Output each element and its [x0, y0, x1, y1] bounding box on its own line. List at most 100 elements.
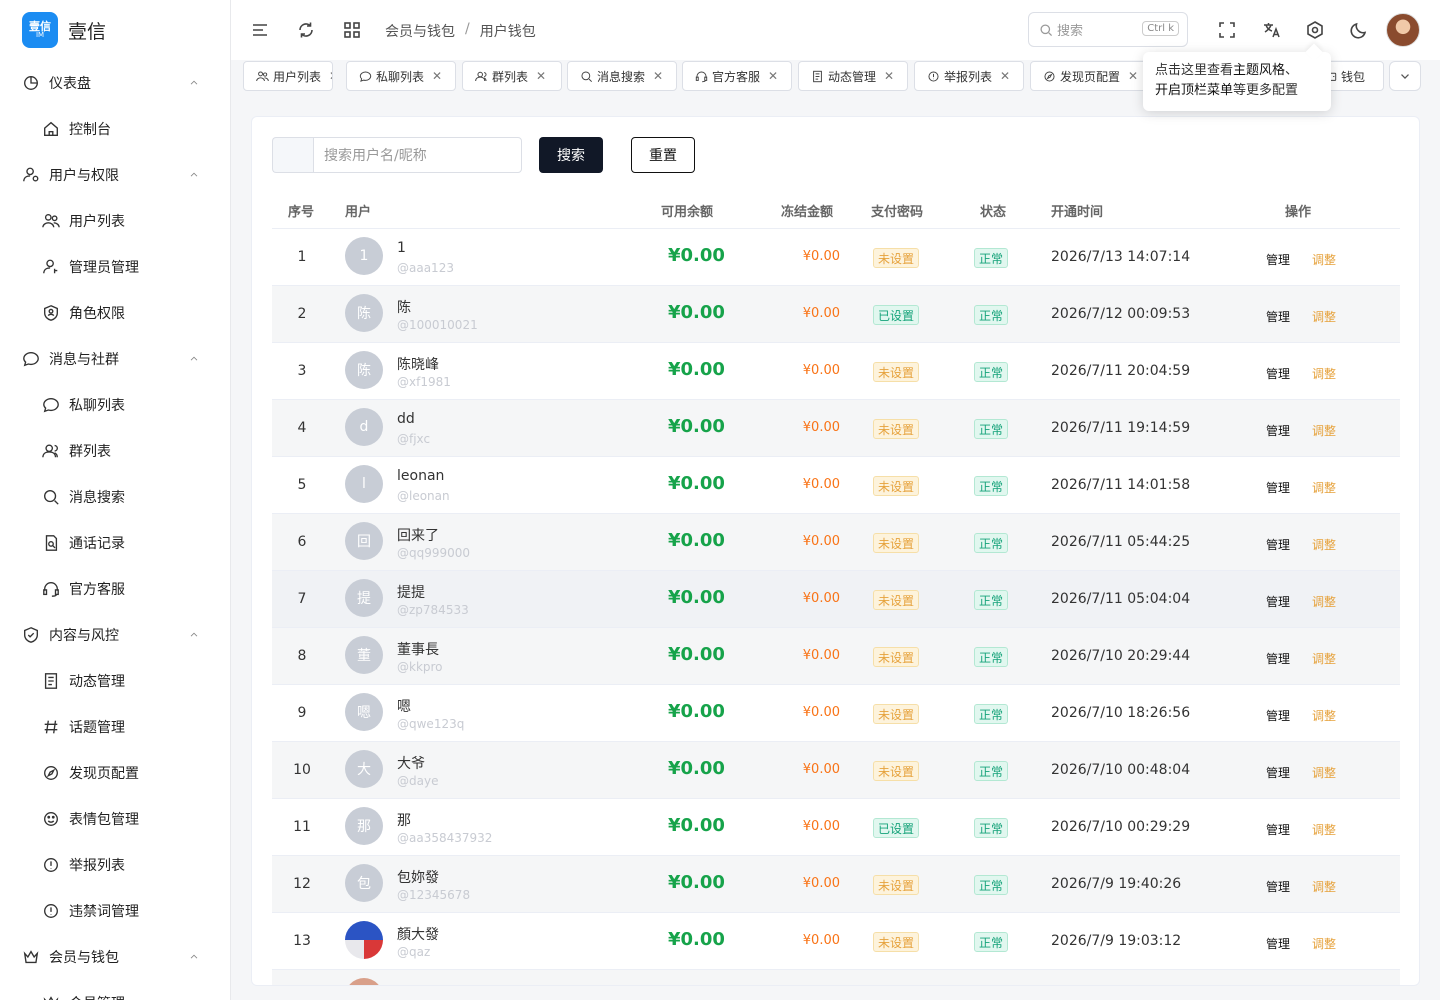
- global-search[interactable]: 搜索 Ctrl k: [1028, 12, 1188, 47]
- manage-link[interactable]: 管理: [1266, 422, 1290, 439]
- adjust-link[interactable]: 调整: [1312, 707, 1336, 724]
- reset-button[interactable]: 重置: [631, 137, 695, 173]
- adjust-link[interactable]: 调整: [1312, 251, 1336, 268]
- sidebar-item-6[interactable]: 消息与社群: [0, 336, 230, 382]
- user-name: 回来了: [397, 528, 439, 544]
- chevron-up-icon[interactable]: [188, 353, 200, 365]
- close-icon[interactable]: ✕: [432, 69, 442, 83]
- sidebar-item-15[interactable]: 发现页配置: [0, 750, 230, 796]
- close-icon[interactable]: ✕: [1000, 69, 1010, 83]
- sidebar-item-10[interactable]: 通话记录: [0, 520, 230, 566]
- breadcrumb-parent[interactable]: 会员与钱包: [385, 21, 455, 41]
- sidebar-item-17[interactable]: 举报列表: [0, 842, 230, 888]
- dark-mode-icon[interactable]: [1349, 20, 1369, 40]
- chevron-up-icon[interactable]: [188, 77, 200, 89]
- brand[interactable]: 壹信 IM 壹信: [0, 0, 230, 60]
- sidebar-item-9[interactable]: 消息搜索: [0, 474, 230, 520]
- settings-hex-icon[interactable]: [1305, 20, 1325, 40]
- fullscreen-icon[interactable]: [1217, 20, 1237, 40]
- sidebar-item-18[interactable]: 违禁词管理: [0, 888, 230, 934]
- adjust-link[interactable]: 调整: [1312, 878, 1336, 895]
- available-balance: ¥0.00: [668, 359, 725, 380]
- sidebar-item-4[interactable]: 管理员管理: [0, 244, 230, 290]
- table-row: 6 回回来了 @qq999000 ¥0.00 ¥0.00 未设置 正常 2026/7/11 0…: [272, 514, 1400, 571]
- manage-link[interactable]: 管理: [1266, 935, 1290, 952]
- close-icon[interactable]: ✕: [329, 69, 332, 83]
- adjust-link[interactable]: 调整: [1312, 650, 1336, 667]
- password-badge: 未设置: [873, 647, 920, 667]
- manage-link[interactable]: 管理: [1266, 878, 1290, 895]
- manage-link[interactable]: 管理: [1266, 650, 1290, 667]
- manage-link[interactable]: 管理: [1266, 536, 1290, 553]
- tab-4[interactable]: 官方客服 ✕: [682, 61, 792, 91]
- manage-link[interactable]: 管理: [1266, 479, 1290, 496]
- sidebar-item-12[interactable]: 内容与风控: [0, 612, 230, 658]
- chevron-up-icon[interactable]: [188, 629, 200, 641]
- tab-7[interactable]: 发现页配置 ✕: [1030, 61, 1152, 91]
- chevron-up-icon[interactable]: [188, 169, 200, 181]
- translate-icon[interactable]: [1262, 20, 1282, 40]
- password-badge: 未设置: [873, 248, 920, 268]
- open-time: 2026/7/11 20:04:59: [1051, 363, 1191, 379]
- manage-link[interactable]: 管理: [1266, 308, 1290, 325]
- manage-link[interactable]: 管理: [1266, 365, 1290, 382]
- close-icon[interactable]: ✕: [768, 69, 778, 83]
- sidebar-item-16[interactable]: 表情包管理: [0, 796, 230, 842]
- sidebar-item-14[interactable]: 话题管理: [0, 704, 230, 750]
- frozen-amount: ¥0.00: [802, 306, 840, 321]
- close-icon[interactable]: ✕: [884, 69, 894, 83]
- sidebar-item-8[interactable]: 群列表: [0, 428, 230, 474]
- manage-link[interactable]: 管理: [1266, 707, 1290, 724]
- manage-link[interactable]: 管理: [1266, 821, 1290, 838]
- manage-link[interactable]: 管理: [1266, 593, 1290, 610]
- tab-label: 发现页配置: [1060, 69, 1121, 84]
- close-icon[interactable]: ✕: [1128, 69, 1138, 83]
- row-index: 1: [297, 249, 307, 265]
- sidebar-item-13[interactable]: 动态管理: [0, 658, 230, 704]
- tab-5[interactable]: 动态管理 ✕: [798, 61, 908, 91]
- adjust-link[interactable]: 调整: [1312, 764, 1336, 781]
- adjust-link[interactable]: 调整: [1312, 821, 1336, 838]
- filter-prefix[interactable]: [272, 137, 313, 173]
- adjust-link[interactable]: 调整: [1312, 536, 1336, 553]
- chevron-up-icon[interactable]: [188, 951, 200, 963]
- tab-1[interactable]: 私聊列表 ✕: [346, 61, 456, 91]
- row-index: 9: [297, 705, 307, 721]
- close-icon[interactable]: ✕: [536, 69, 546, 83]
- user-avatar[interactable]: [1386, 13, 1420, 47]
- tabs-more-button[interactable]: [1389, 61, 1421, 91]
- global-search-placeholder: 搜索: [1057, 24, 1084, 39]
- sidebar-item-1[interactable]: 控制台: [0, 106, 230, 152]
- sidebar-item-label: 仪表盘: [49, 76, 91, 92]
- sidebar-item-7[interactable]: 私聊列表: [0, 382, 230, 428]
- user-search-input[interactable]: 搜索用户名/昵称: [313, 137, 522, 173]
- adjust-link[interactable]: 调整: [1312, 365, 1336, 382]
- manage-link[interactable]: 管理: [1266, 764, 1290, 781]
- sidebar-item-2[interactable]: 用户与权限: [0, 152, 230, 198]
- user-key-icon: [42, 258, 60, 276]
- manage-link[interactable]: 管理: [1266, 251, 1290, 268]
- adjust-link[interactable]: 调整: [1312, 479, 1336, 496]
- adjust-link[interactable]: 调整: [1312, 593, 1336, 610]
- adjust-link[interactable]: 调整: [1312, 308, 1336, 325]
- sidebar-item-20[interactable]: 会员管理: [0, 980, 230, 1000]
- adjust-link[interactable]: 调整: [1312, 935, 1336, 952]
- close-icon[interactable]: ✕: [653, 69, 663, 83]
- sidebar-item-5[interactable]: 角色权限: [0, 290, 230, 336]
- tab-0[interactable]: 用户列表 ✕: [243, 61, 333, 91]
- sidebar-item-0[interactable]: 仪表盘: [0, 60, 230, 106]
- sidebar-item-3[interactable]: 用户列表: [0, 198, 230, 244]
- sidebar-item-11[interactable]: 官方客服: [0, 566, 230, 612]
- sidebar-item-19[interactable]: 会员与钱包: [0, 934, 230, 980]
- available-balance: ¥0.00: [668, 701, 725, 722]
- available-balance: ¥0.00: [668, 416, 725, 437]
- tab-3[interactable]: 消息搜索 ✕: [567, 61, 677, 91]
- status-badge: 正常: [974, 818, 1009, 838]
- menu-toggle-icon[interactable]: [250, 20, 270, 40]
- grid-icon[interactable]: [342, 20, 362, 40]
- search-button[interactable]: 搜索: [539, 137, 603, 173]
- tab-6[interactable]: 举报列表 ✕: [914, 61, 1024, 91]
- adjust-link[interactable]: 调整: [1312, 422, 1336, 439]
- tab-2[interactable]: 群列表 ✕: [462, 61, 562, 91]
- refresh-icon[interactable]: [296, 20, 316, 40]
